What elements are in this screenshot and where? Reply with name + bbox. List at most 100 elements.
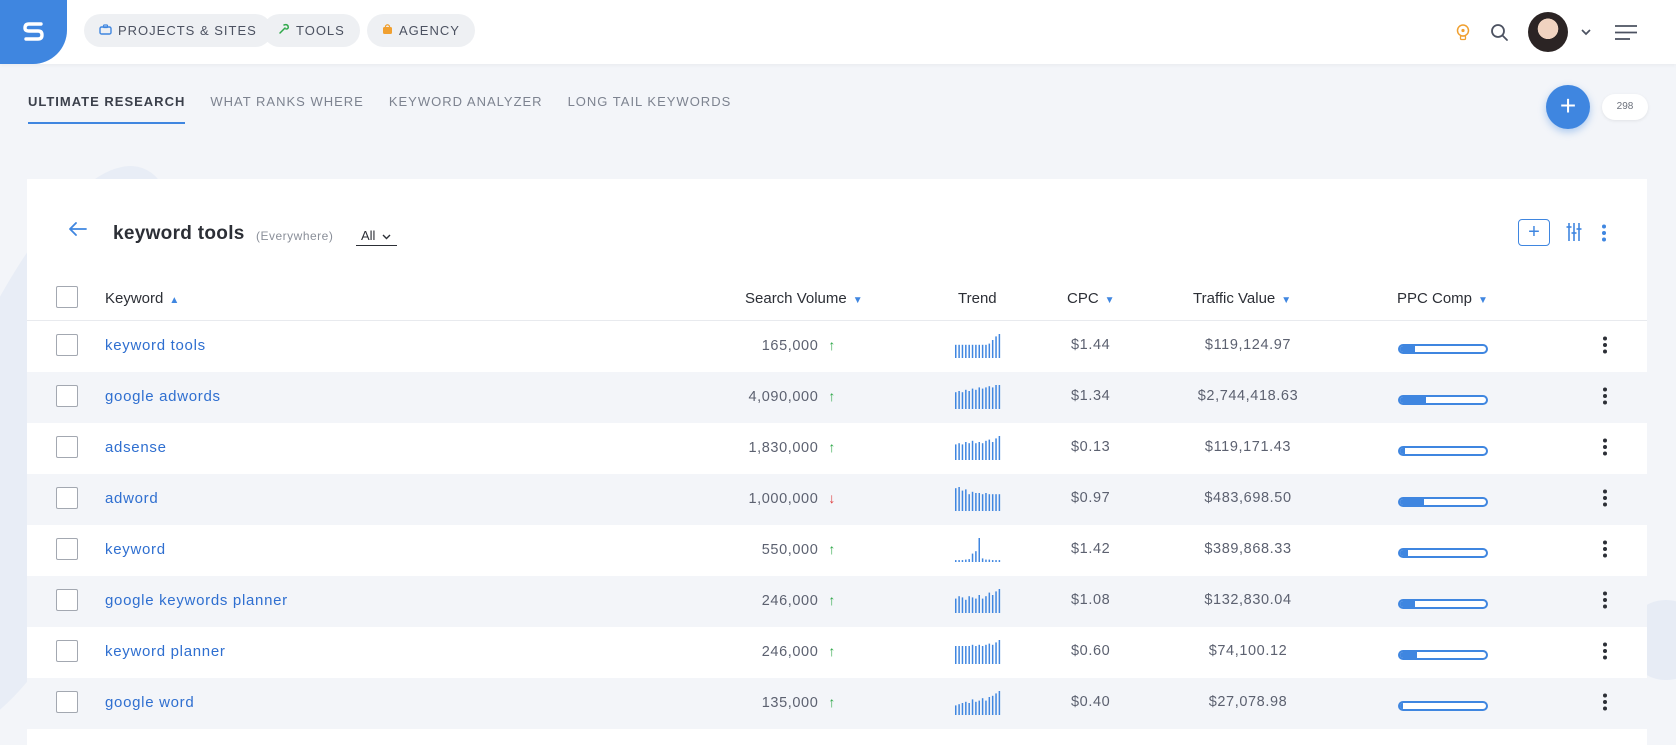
more-vertical-icon[interactable] (1602, 438, 1608, 461)
filter-dropdown[interactable]: All (356, 228, 398, 246)
trend-bar (965, 559, 967, 562)
trend-up-icon: ↑ (828, 592, 836, 608)
trend-bar (961, 344, 964, 358)
add-keyword-button[interactable]: + (1518, 219, 1550, 246)
column-search-volume[interactable]: Search Volume ▼ (745, 290, 863, 307)
row-checkbox[interactable] (56, 334, 78, 356)
menu-icon[interactable] (1614, 24, 1638, 46)
column-cpc[interactable]: CPC ▼ (1067, 290, 1115, 307)
trend-up-icon: ↑ (828, 388, 836, 404)
trend-bar (971, 491, 974, 511)
nav-agency[interactable]: AGENCY (367, 14, 475, 47)
trend-bar (998, 334, 1001, 358)
trend-bar (975, 493, 977, 511)
keyword-results-card: keyword tools (Everywhere) All + Keyword… (27, 179, 1647, 745)
keyword-link[interactable]: google word (105, 694, 194, 711)
trend-bar (978, 700, 980, 715)
trend-bar (995, 438, 997, 460)
column-traffic-value[interactable]: Traffic Value ▼ (1193, 290, 1291, 307)
trend-bar (955, 705, 957, 715)
location-scope: (Everywhere) (256, 229, 334, 243)
row-checkbox[interactable] (56, 691, 78, 713)
trend-bar (995, 560, 997, 562)
search-icon[interactable] (1490, 23, 1509, 47)
back-arrow-icon[interactable] (69, 222, 87, 241)
column-keyword[interactable]: Keyword ▲ (105, 290, 179, 307)
more-vertical-icon[interactable] (1602, 387, 1608, 410)
trend-bar (955, 646, 957, 664)
keyword-link[interactable]: adsense (105, 439, 167, 456)
trend-bar (965, 701, 967, 715)
trend-bar (981, 388, 984, 409)
avatar[interactable] (1528, 12, 1568, 52)
trend-bar (971, 699, 974, 715)
search-volume-cell: 1,830,000 ↑ (748, 439, 836, 456)
trend-sparkline (955, 589, 1001, 613)
tab-keyword-analyzer[interactable]: KEYWORD ANALYZER (389, 94, 543, 124)
trend-sparkline (955, 691, 1001, 715)
more-vertical-icon[interactable] (1601, 224, 1607, 247)
keyword-link[interactable]: keyword planner (105, 643, 226, 660)
column-label: Traffic Value (1193, 290, 1276, 307)
trend-sparkline (955, 538, 1001, 562)
more-vertical-icon[interactable] (1602, 591, 1608, 614)
trend-bar (978, 493, 980, 511)
trend-bar (998, 494, 1001, 511)
chevron-down-icon[interactable] (1580, 24, 1592, 42)
trend-bar (978, 644, 980, 664)
row-checkbox[interactable] (56, 589, 78, 611)
trend-bar (988, 559, 991, 562)
ppc-comp-bar (1398, 650, 1488, 660)
trend-bar (991, 494, 994, 511)
trend-bar (961, 597, 964, 613)
ppc-comp-bar (1398, 344, 1488, 354)
tab-ultimate-research[interactable]: ULTIMATE RESEARCH (28, 94, 186, 124)
trend-up-icon: ↑ (828, 694, 836, 710)
select-all-checkbox[interactable] (56, 286, 78, 308)
nav-tools[interactable]: TOOLS (263, 14, 360, 47)
trend-bar (998, 385, 1001, 409)
more-vertical-icon[interactable] (1602, 336, 1608, 359)
search-volume-value: 1,830,000 (748, 440, 819, 456)
trend-bar (975, 598, 977, 613)
trend-bar (958, 443, 960, 460)
keyword-link[interactable]: keyword tools (105, 337, 206, 354)
app-logo[interactable] (0, 0, 67, 64)
search-volume-value: 1,000,000 (748, 491, 819, 507)
row-checkbox[interactable] (56, 640, 78, 662)
more-vertical-icon[interactable] (1602, 489, 1608, 512)
trend-bar (971, 440, 974, 460)
nav-label: PROJECTS & SITES (118, 23, 257, 38)
lightbulb-icon[interactable] (1455, 23, 1471, 47)
more-vertical-icon[interactable] (1602, 540, 1608, 563)
trend-bar (985, 644, 987, 664)
traffic-value: $483,698.50 (1204, 490, 1292, 506)
nav-projects-sites[interactable]: PROJECTS & SITES (84, 14, 272, 47)
cpc-value: $1.34 (1071, 388, 1111, 404)
add-button[interactable]: + (1546, 85, 1590, 129)
trend-up-icon: ↑ (828, 337, 836, 353)
chevron-down-icon (382, 234, 391, 240)
sliders-icon[interactable] (1566, 222, 1582, 247)
keyword-link[interactable]: adword (105, 490, 158, 507)
trend-bar (991, 442, 994, 460)
table-row: adword 1,000,000 ↓ $0.97 $483,698.50 (27, 474, 1647, 525)
trend-sparkline (955, 385, 1001, 409)
row-checkbox[interactable] (56, 538, 78, 560)
more-vertical-icon[interactable] (1602, 642, 1608, 665)
trend-bar (985, 493, 987, 511)
row-checkbox[interactable] (56, 436, 78, 458)
row-checkbox[interactable] (56, 487, 78, 509)
traffic-value: $119,124.97 (1204, 337, 1292, 353)
keyword-link[interactable]: keyword (105, 541, 166, 558)
tab-what-ranks-where[interactable]: WHAT RANKS WHERE (210, 94, 363, 124)
cpc-value: $1.08 (1071, 592, 1111, 608)
keyword-link[interactable]: google adwords (105, 388, 221, 405)
keyword-link[interactable]: google keywords planner (105, 592, 288, 609)
more-vertical-icon[interactable] (1602, 693, 1608, 716)
tab-long-tail-keywords[interactable]: LONG TAIL KEYWORDS (568, 94, 732, 124)
row-checkbox[interactable] (56, 385, 78, 407)
trend-bar (968, 443, 970, 460)
cpc-value: $1.44 (1071, 337, 1111, 353)
column-ppc-comp[interactable]: PPC Comp ▼ (1397, 290, 1488, 307)
